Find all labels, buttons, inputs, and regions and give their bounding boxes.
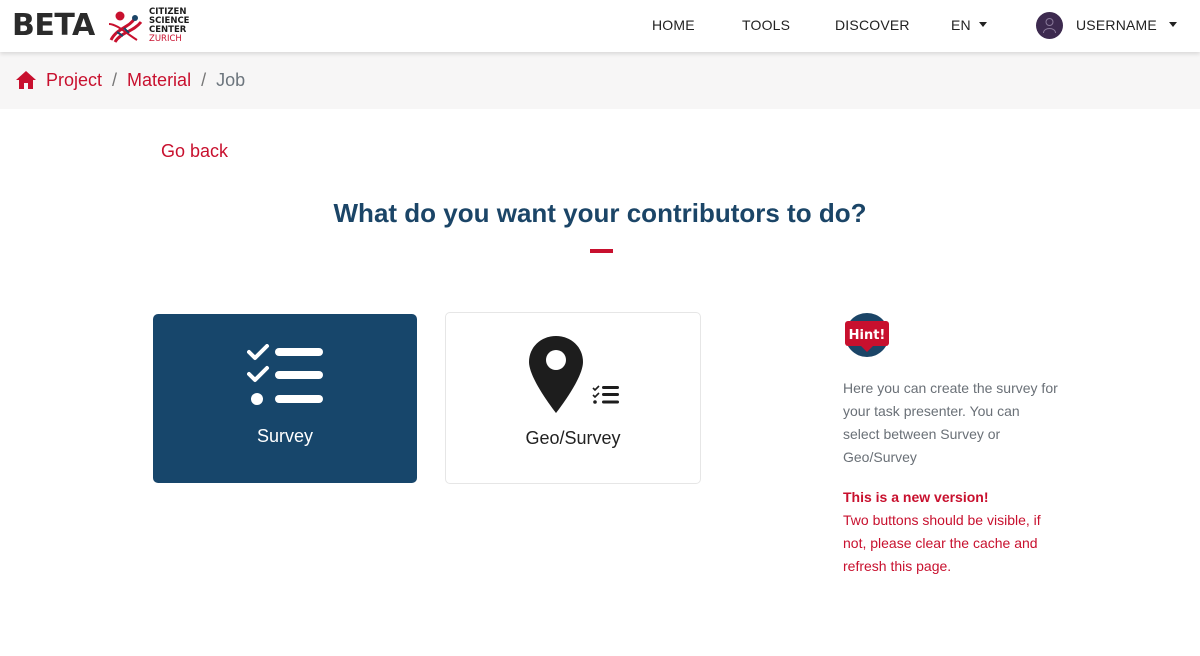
map-pin-checklist-icon bbox=[529, 336, 619, 413]
geo-survey-option-button[interactable]: Geo/Survey bbox=[445, 312, 701, 484]
hint-warning-title: This is a new version! bbox=[843, 489, 989, 505]
breadcrumb-separator: / bbox=[112, 70, 118, 90]
survey-option-label: Survey bbox=[256, 426, 314, 446]
language-dropdown[interactable]: EN bbox=[951, 17, 987, 33]
home-icon[interactable] bbox=[15, 70, 37, 90]
dna-logo-icon bbox=[108, 11, 143, 43]
language-label: EN bbox=[951, 17, 971, 33]
go-back-link[interactable]: Go back bbox=[161, 141, 228, 162]
breadcrumb-material[interactable]: Material bbox=[127, 70, 191, 91]
user-dropdown[interactable]: USERNAME bbox=[1076, 17, 1177, 33]
hint-warning-body: Two buttons should be visible, if not, p… bbox=[843, 512, 1041, 574]
hint-warning: This is a new version! Two buttons shoul… bbox=[843, 486, 1058, 578]
chevron-down-icon bbox=[978, 21, 987, 27]
breadcrumb: Project / Material / Job bbox=[0, 52, 1200, 109]
breadcrumb-separator: / bbox=[201, 70, 207, 90]
survey-option-button[interactable]: Survey bbox=[153, 314, 417, 483]
hint-text: Here you can create the survey for your … bbox=[843, 380, 1058, 465]
nav-home[interactable]: HOME bbox=[652, 17, 695, 33]
checklist-icon bbox=[247, 344, 323, 405]
nav-discover[interactable]: DISCOVER bbox=[835, 17, 910, 33]
title-underline bbox=[590, 249, 613, 253]
breadcrumb-project[interactable]: Project bbox=[46, 70, 102, 91]
hint-badge-icon: Hint! bbox=[845, 313, 889, 357]
breadcrumb-current: Job bbox=[216, 70, 246, 90]
geo-survey-option-label: Geo/Survey bbox=[525, 428, 621, 448]
avatar[interactable] bbox=[1036, 12, 1063, 39]
beta-label[interactable]: BETA bbox=[12, 8, 95, 43]
logo-line-zurich: ZURICH bbox=[149, 34, 182, 44]
chevron-down-icon bbox=[1168, 21, 1177, 27]
nav-tools[interactable]: TOOLS bbox=[742, 17, 790, 33]
hint-badge-label: Hint! bbox=[849, 328, 886, 343]
username-label: USERNAME bbox=[1076, 17, 1157, 33]
citizen-science-logo[interactable]: CITIZEN SCIENCE CENTER ZURICH bbox=[107, 8, 197, 46]
user-icon bbox=[1043, 18, 1056, 34]
navbar: BETA CITIZEN SCIENCE CENTER ZURICH HOME … bbox=[0, 0, 1200, 52]
page-title: What do you want your contributors to do… bbox=[333, 198, 867, 228]
logo-text: CITIZEN SCIENCE CENTER ZURICH bbox=[149, 8, 190, 44]
